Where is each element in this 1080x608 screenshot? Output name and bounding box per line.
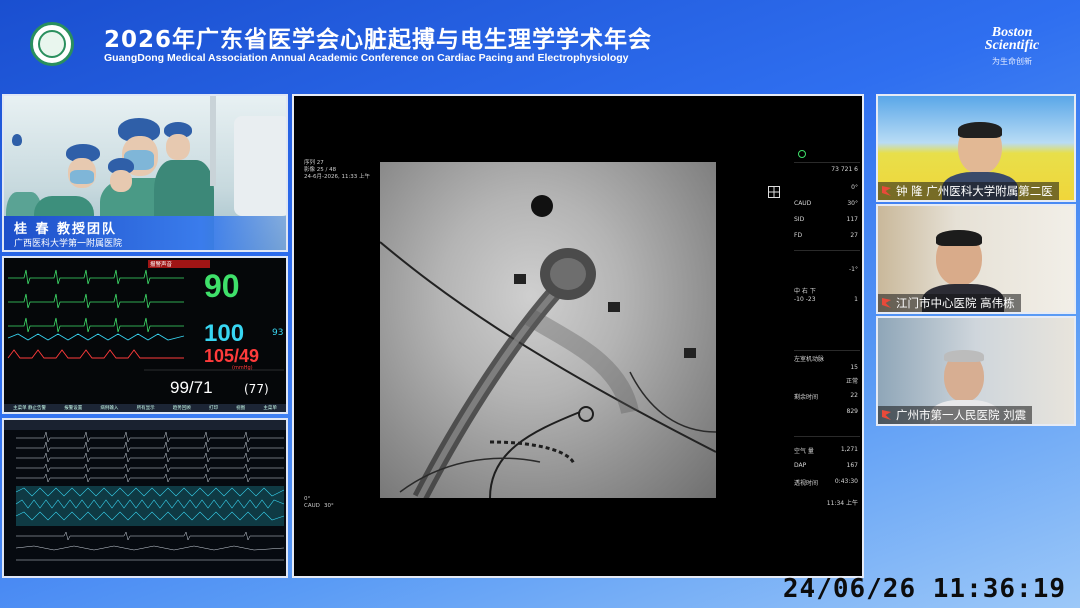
status-ring-icon: [798, 150, 806, 158]
layout-grid-icon[interactable]: [768, 186, 780, 198]
participant-video-2: 江门市中心医院 高伟栋: [876, 204, 1076, 314]
fluoroscopy-viewer: 序列 27 影像 25 / 48 24-6月-2026, 11:33 上午 0°…: [292, 94, 864, 578]
participant-marker-icon: [882, 186, 891, 196]
participant-marker-icon: [882, 410, 891, 420]
series-label: 序列 27: [304, 160, 324, 166]
param-row: -10 -23 1: [794, 296, 858, 303]
param-row: CAUD 30°: [794, 200, 858, 207]
patient-vitals-monitor: 报警声音 90 100 93 105/49 (mmHg) 99/71 (77) …: [2, 256, 288, 414]
sponsor-name-line2: Scientific: [984, 38, 1040, 53]
param-row: FD 27: [794, 232, 858, 239]
heart-rate-value: 90: [204, 268, 240, 304]
fluoroscopy-image: [380, 162, 716, 498]
participant-label: 江门市中心医院 高伟栋: [878, 294, 1021, 312]
broadcast-timestamp: 24/06/26 11:36:19: [782, 574, 1066, 604]
projection-direction: CAUD: [304, 503, 320, 509]
team-hospital: 广西医科大学第一附属医院: [14, 239, 123, 249]
projection-angle: 0°: [304, 496, 311, 502]
param-row: DAP 167: [794, 462, 858, 469]
projection-direction-angle: 30°: [324, 503, 334, 509]
participant-name: 钟 隆 广州医科大学附属第二医: [896, 184, 1053, 198]
menu-item[interactable]: 主菜单 静止告警: [13, 405, 46, 411]
spo2-secondary-value: 93: [272, 328, 284, 338]
param-row: 中 右 下: [794, 288, 816, 295]
menu-item[interactable]: 所有显示: [137, 405, 155, 411]
monitor-menu-bar: 主菜单 静止告警 报警设置 病例输入 所有显示 趋势回顾 打印 视图 主菜单: [4, 404, 286, 412]
param-row: 空气 量 1,271: [794, 446, 858, 455]
conference-title-cn: 2026年广东省医学会心脏起搏与电生理学学术年会: [104, 27, 653, 53]
arterial-pressure-value: 99/71: [170, 378, 213, 397]
menu-item[interactable]: 主菜单: [263, 405, 277, 411]
param-row: 透视时间 0:43:30: [794, 478, 858, 487]
alarm-banner: 报警声音: [150, 262, 173, 268]
sponsor-logo: Boston Scientific 为生命创新: [972, 26, 1052, 67]
acquisition-date-label: 24-6月-2026, 11:33 上午: [304, 174, 371, 180]
participant-label: 钟 隆 广州医科大学附属第二医: [878, 182, 1059, 200]
menu-item[interactable]: 病例输入: [100, 405, 118, 411]
menu-item[interactable]: 视图: [236, 405, 245, 411]
acquisition-parameters-panel: 73 721 6 0° CAUD 30° SID 117 FD 27 -1° 中 右 …: [794, 150, 860, 510]
team-leader-name: 桂 春 教授团队: [14, 222, 118, 237]
participant-name: 江门市中心医院 高伟栋: [896, 296, 1015, 310]
spo2-value: 100: [204, 320, 245, 347]
nibp-value: 105/49: [204, 346, 260, 366]
operating-room-video: 桂 春 教授团队 广西医科大学第一附属医院: [2, 94, 288, 252]
operating-team-nameplate: 桂 春 教授团队 广西医科大学第一附属医院: [4, 216, 286, 250]
arterial-mean-value: (77): [244, 382, 269, 396]
participant-marker-icon: [882, 298, 891, 308]
participant-name: 广州市第一人民医院 刘震: [896, 408, 1027, 422]
conference-title-en: GuangDong Medical Association Annual Aca…: [104, 52, 629, 64]
participant-video-1: 钟 隆 广州医科大学附属第二医: [876, 94, 1076, 202]
participant-video-3: 广州市第一人民医院 刘震: [876, 316, 1076, 426]
param-row: SID 117: [794, 216, 858, 223]
association-logo: [30, 22, 74, 66]
menu-item[interactable]: 打印: [209, 405, 218, 411]
conference-header: 2026年广东省医学会心脏起搏与电生理学学术年会 GuangDong Medic…: [0, 0, 1080, 92]
param-row: 左室机动脉: [794, 356, 825, 363]
sponsor-tagline: 为生命创新: [992, 57, 1032, 66]
participant-label: 广州市第一人民医院 刘震: [878, 406, 1033, 424]
menu-item[interactable]: 趋势回顾: [173, 405, 191, 411]
image-index-label: 影像 25 / 48: [304, 167, 337, 173]
nibp-unit: (mmHg): [232, 365, 253, 371]
electrophysiology-recording: [2, 418, 288, 578]
param-row: 剩余时间 22: [794, 392, 858, 401]
menu-item[interactable]: 报警设置: [64, 405, 82, 411]
